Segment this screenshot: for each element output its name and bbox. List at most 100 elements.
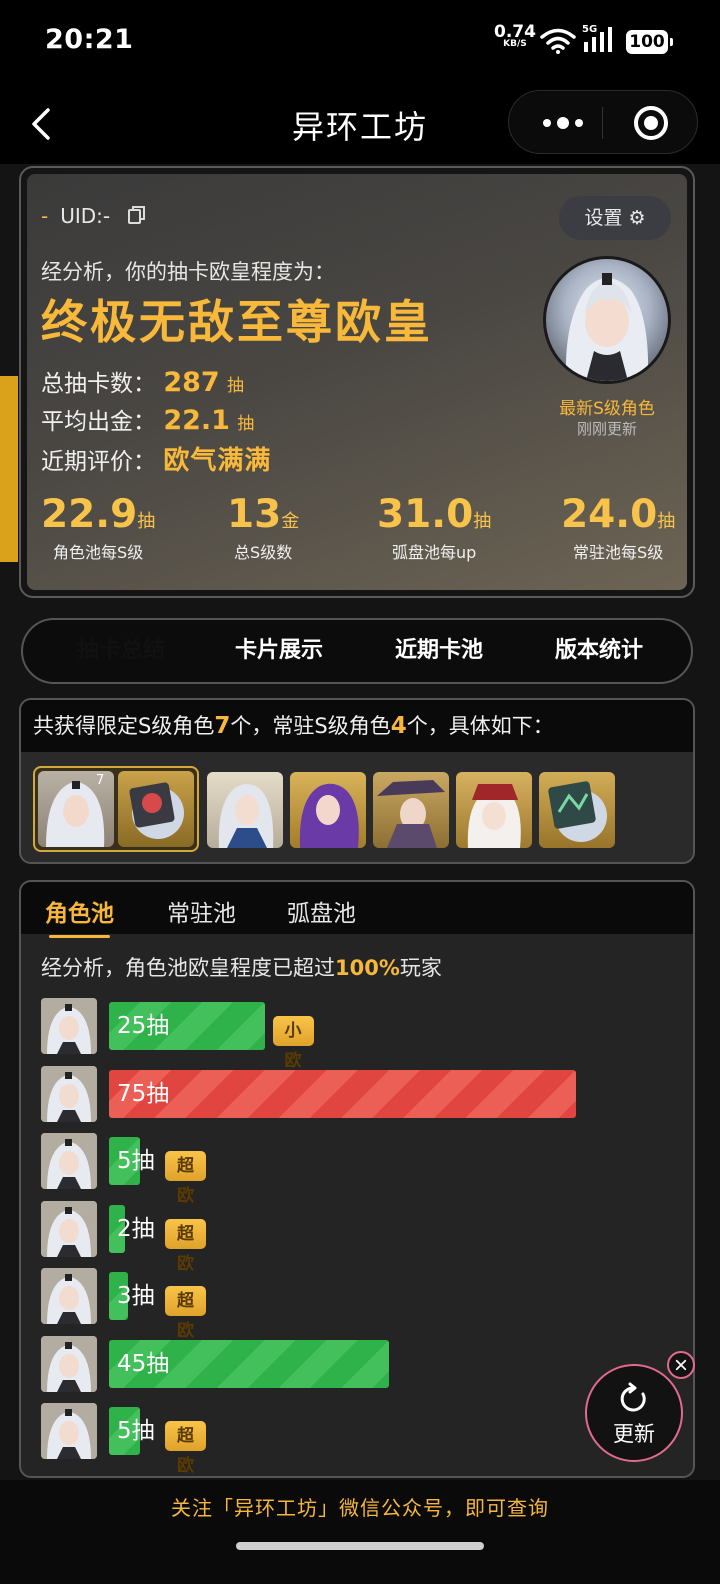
metric-unit: 抽 (657, 511, 676, 532)
tab-pull-summary[interactable]: 抽卡总结 (37, 620, 205, 682)
footer-notice: 关注「异环工坊」微信公众号，即可查询 (171, 1496, 549, 1520)
metric-value: 31.0 (377, 492, 474, 537)
tab-recent-pools[interactable]: 近期卡池 (373, 620, 505, 682)
luck-badge: 小欧 (272, 1016, 314, 1071)
tab-character-pool[interactable]: 角色池 (45, 894, 114, 938)
pull-count-label: 2抽 (117, 1215, 155, 1242)
copy-count: 7 (96, 773, 105, 788)
pool-analysis-pct: 100% (335, 956, 400, 980)
metric-value: 22.9 (41, 492, 138, 537)
luck-badge: 超欧 (165, 1218, 206, 1274)
pool-analysis-a: 经分析，角色池欧皇程度已超过 (41, 956, 335, 980)
owned-text-a: 共获得限定S级角色 (33, 714, 215, 738)
side-decoration (0, 376, 18, 562)
character-portrait (565, 273, 649, 381)
tab-card-display[interactable]: 卡片展示 (213, 620, 345, 682)
recent-rating-value: 欧气满满 (163, 446, 272, 476)
total-pulls-value: 287 (163, 367, 220, 398)
owned-summary: 共获得限定S级角色7个，常驻S级角色4个，具体如下： (21, 700, 693, 752)
recent-rating-label: 近期评价： (41, 449, 156, 475)
total-pulls-label: 总抽卡数： (41, 371, 156, 397)
network-speed-value: 0.74 (494, 22, 536, 42)
metric-unit: 抽 (473, 511, 492, 532)
metric-character-pool: 22.9抽 角色池每S级 (41, 492, 155, 563)
summary-tab-bar: 抽卡总结 卡片展示 近期卡池 版本统计 (21, 618, 693, 684)
close-miniprogram-icon[interactable] (619, 91, 683, 155)
network-speed: 0.74 KB/S (494, 22, 536, 50)
capsule-divider (602, 107, 603, 139)
tab-version-stats[interactable]: 版本统计 (533, 620, 665, 682)
metric-unit: 抽 (137, 511, 156, 532)
total-pulls-unit: 抽 (227, 376, 244, 396)
metric-total-s: 13金 总S级数 (227, 492, 299, 563)
metric-value: 24.0 (561, 492, 658, 537)
character-thumb[interactable] (373, 772, 449, 848)
disc-thumb[interactable] (539, 772, 615, 848)
luck-badge: 超欧 (165, 1286, 206, 1341)
owned-text-c: 个，具体如下： (406, 714, 554, 738)
character-thumb[interactable] (456, 772, 532, 848)
more-icon[interactable] (531, 91, 595, 155)
uid-row: - UID:- (41, 204, 148, 228)
pull-count-label: 5抽 (117, 1418, 155, 1444)
pull-count-label: 45抽 (117, 1350, 170, 1377)
pull-count-label: 3抽 (117, 1283, 155, 1309)
pool-tab-bar: 角色池 常驻池 弧盘池 (21, 882, 693, 938)
metric-label: 角色池每S级 (53, 543, 144, 562)
luck-badge: 超欧 (165, 1421, 206, 1476)
character-avatar (41, 998, 97, 1054)
standard-count: 4 (390, 713, 407, 739)
character-thumb[interactable] (207, 772, 283, 848)
total-pulls-line: 总抽卡数： 287 抽 (41, 364, 244, 398)
home-indicator (236, 1542, 484, 1550)
metric-unit: 金 (281, 511, 300, 532)
refresh-button[interactable]: 更新 (585, 1364, 683, 1462)
avg-pulls-unit: 抽 (237, 414, 255, 434)
character-avatar (41, 1268, 97, 1324)
metric-label: 弧盘池每up (391, 543, 477, 562)
character-avatar (41, 1200, 97, 1257)
owned-characters-panel: 共获得限定S级角色7个，常驻S级角色4个，具体如下： 7 (19, 698, 695, 864)
metric-label: 总S级数 (234, 543, 293, 562)
close-fab-icon[interactable] (667, 1351, 695, 1379)
character-avatar (41, 1065, 97, 1122)
status-time: 20:21 (45, 24, 134, 55)
character-avatar (41, 1133, 97, 1189)
network-type: 5G (582, 24, 598, 35)
copy-icon[interactable] (126, 204, 148, 226)
pull-count-bar (109, 1069, 576, 1118)
miniprogram-capsule (508, 90, 698, 154)
character-avatar (41, 1335, 97, 1392)
disc-thumb (118, 771, 194, 847)
latest-s-character-avatar[interactable] (543, 256, 671, 384)
refresh-label: 更新 (613, 1422, 655, 1446)
avg-pulls-value: 22.1 (163, 405, 230, 436)
owned-text-b: 个，常驻S级角色 (230, 714, 391, 738)
featured-character-group[interactable]: 7 (33, 766, 199, 852)
battery-indicator: 100 (626, 30, 673, 54)
nav-bar: 异环工坊 (0, 84, 720, 164)
character-thumb[interactable] (290, 772, 366, 848)
cell-signal: 5G (582, 24, 616, 58)
pull-count-label: 25抽 (117, 1013, 170, 1039)
settings-button[interactable]: 设置 ⚙ (559, 196, 671, 240)
avg-pulls-line: 平均出金： 22.1 抽 (41, 402, 254, 436)
metric-standard-pool: 24.0抽 常驻池每S级 (561, 492, 675, 563)
profile-card: - UID:- 设置 ⚙ 经分析，你的抽卡欧皇程度为： 终极无敌至尊欧皇 总抽卡数… (19, 166, 695, 598)
pool-analysis: 经分析，角色池欧皇程度已超过100%玩家 (41, 952, 442, 982)
uid-prefix: - (41, 204, 49, 228)
uid-label: UID:- (60, 204, 111, 228)
tab-arc-pool[interactable]: 弧盘池 (287, 894, 356, 928)
pull-count-label: 5抽 (117, 1148, 155, 1174)
character-avatar (41, 1403, 97, 1459)
status-bar: 20:21 0.74 KB/S 5G 100 (0, 0, 720, 84)
pull-count-label: 75抽 (117, 1080, 170, 1107)
pool-analysis-b: 玩家 (399, 956, 442, 980)
avg-pulls-label: 平均出金： (41, 409, 156, 435)
character-thumb: 7 (38, 771, 114, 847)
metric-value: 13 (227, 492, 282, 537)
luck-badge: 超欧 (165, 1151, 206, 1206)
metric-arc-pool: 31.0抽 弧盘池每up (377, 492, 491, 563)
tab-standard-pool[interactable]: 常驻池 (167, 894, 236, 928)
wifi-icon (540, 28, 576, 54)
